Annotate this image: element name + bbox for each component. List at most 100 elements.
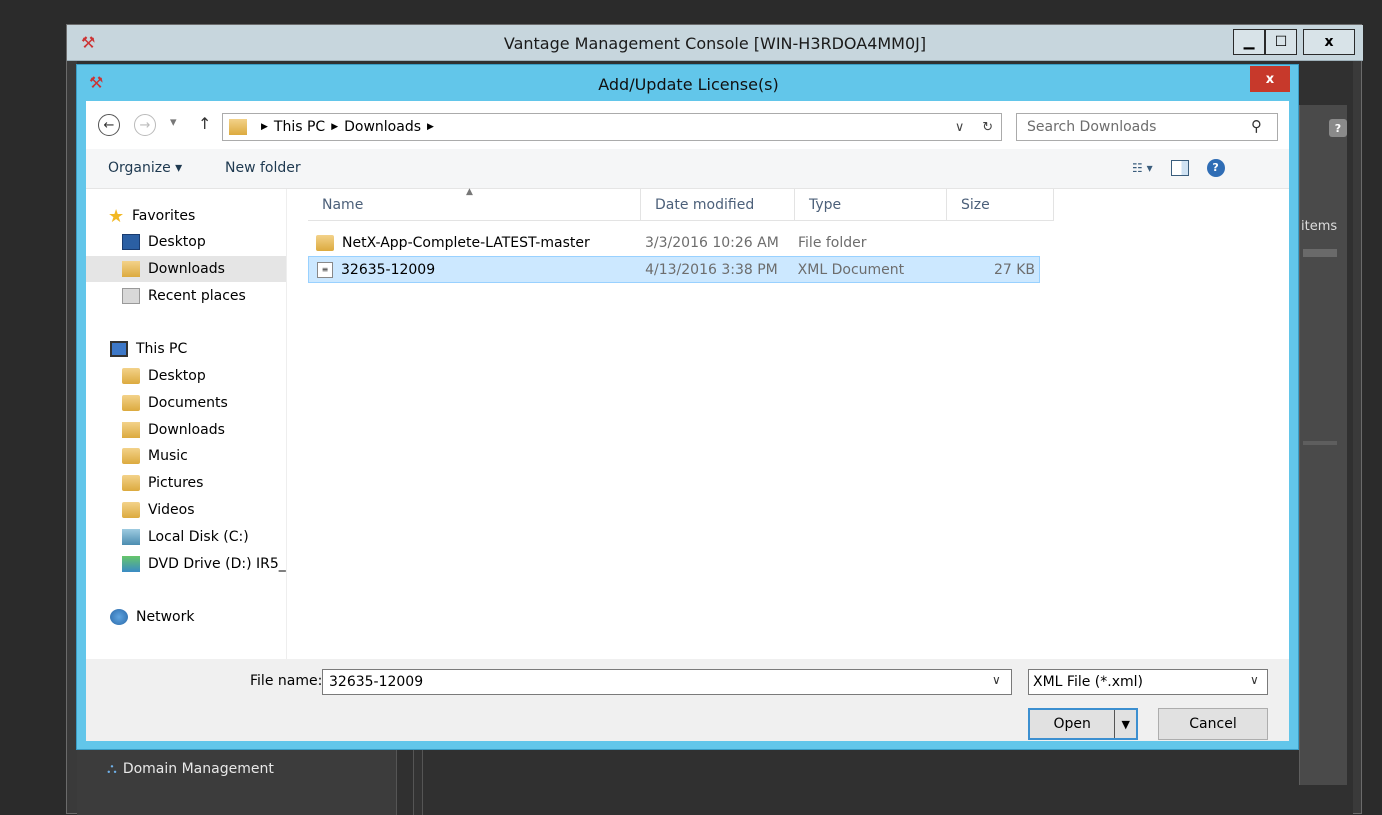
sidebar-item-desktop[interactable]: Desktop [86, 363, 286, 389]
sidebar-item-dvd-drive[interactable]: DVD Drive (D:) IR5_S [86, 551, 286, 577]
items-label: items [1301, 219, 1338, 234]
file-row[interactable]: NetX-App-Complete-LATEST-master 3/3/2016… [308, 229, 1040, 256]
search-icon[interactable]: ⚲ [1251, 117, 1262, 135]
breadcrumb-this-pc[interactable]: This PC [274, 119, 325, 135]
xml-file-icon: ≡ [317, 261, 333, 278]
outer-window-title: Vantage Management Console [WIN-H3RDOA4M… [503, 34, 927, 53]
new-folder-button[interactable]: New folder [225, 160, 301, 176]
up-button[interactable]: ↑ [198, 114, 211, 133]
sidebar-item-pictures[interactable]: Pictures [86, 470, 286, 496]
computer-icon [110, 341, 128, 357]
downloads-icon [122, 261, 140, 277]
domain-icon: ⛬ [107, 761, 117, 777]
sidebar-item-downloads[interactable]: Downloads [86, 417, 286, 443]
recent-places-icon [122, 288, 140, 304]
sidebar-label: Local Disk (C:) [148, 529, 249, 545]
sidebar-network[interactable]: Network [86, 604, 286, 630]
maximize-button[interactable]: ☐ [1265, 29, 1297, 55]
domain-management-label: Domain Management [122, 761, 274, 777]
sidebar-item-desktop[interactable]: Desktop [86, 229, 286, 255]
sidebar-item-local-disk[interactable]: Local Disk (C:) [86, 524, 286, 550]
file-name: NetX-App-Complete-LATEST-master [342, 234, 590, 251]
sidebar-label: Documents [148, 395, 228, 411]
organize-menu[interactable]: Organize ▾ [108, 160, 182, 176]
column-size[interactable]: Size [947, 189, 1054, 221]
sidebar-label: Recent places [148, 288, 246, 304]
file-row-selected[interactable]: ≡ 32635-12009 4/13/2016 3:38 PM XML Docu… [308, 256, 1040, 283]
help-icon[interactable]: ? [1206, 159, 1225, 177]
file-type: File folder [798, 234, 867, 251]
file-name-input[interactable]: 32635-12009 [322, 669, 1012, 695]
folder-icon [316, 234, 334, 251]
dialog-close-button[interactable]: x [1250, 66, 1290, 92]
column-name[interactable]: Name [308, 189, 641, 221]
sidebar-item-recent-places[interactable]: Recent places [86, 283, 286, 309]
help-icon[interactable]: ? [1329, 119, 1347, 137]
file-list: ▲ Name Date modified Type Size NetX-App-… [298, 187, 1288, 659]
address-bar[interactable]: ▶ This PC ▶ Downloads ▶ [222, 113, 1002, 141]
right-panel-bar [1303, 249, 1337, 257]
sidebar-item-music[interactable]: Music [86, 443, 286, 469]
file-name-cell: NetX-App-Complete-LATEST-master [308, 234, 641, 251]
sidebar-label: Favorites [132, 208, 196, 224]
sidebar-item-videos[interactable]: Videos [86, 497, 286, 523]
videos-folder-icon [122, 502, 140, 518]
navigation-pane: ★ Favorites Desktop Downloads Recent pla… [86, 189, 287, 659]
breadcrumb-separator-icon: ▶ [261, 122, 268, 132]
pictures-folder-icon [122, 475, 140, 491]
sidebar-label: Music [148, 448, 188, 464]
sidebar-favorites[interactable]: ★ Favorites [86, 203, 286, 229]
sidebar-label: Pictures [148, 475, 204, 491]
address-actions: ∨ ↻ [946, 113, 1002, 141]
file-name: 32635-12009 [341, 261, 436, 278]
open-button-label: Open [1053, 716, 1091, 732]
star-icon: ★ [108, 205, 125, 227]
back-button[interactable]: ← [98, 114, 120, 136]
sidebar-label: Desktop [148, 368, 206, 384]
sidebar-this-pc[interactable]: This PC [86, 336, 286, 362]
refresh-icon[interactable]: ↻ [982, 120, 993, 135]
downloads-folder-icon [229, 119, 247, 135]
file-type-select[interactable]: XML File (*.xml) [1028, 669, 1268, 695]
file-date: 4/13/2016 3:38 PM [645, 261, 778, 278]
open-button[interactable]: Open ▼ [1028, 708, 1138, 740]
file-dialog-body: ← → ▾ ↑ ▶ This PC ▶ Downloads ▶ ∨ ↻ Sear… [86, 101, 1289, 741]
search-input[interactable]: Search Downloads [1016, 113, 1278, 141]
desktop-icon [122, 234, 140, 250]
command-bar: Organize ▾ New folder ☷ ▾ ? [86, 149, 1289, 189]
file-name-dropdown-icon[interactable]: ∨ [992, 673, 1001, 687]
column-date-modified[interactable]: Date modified [641, 189, 795, 221]
column-headers: Name Date modified Type Size [308, 189, 1054, 221]
panel-splitter[interactable] [413, 749, 423, 815]
dvd-drive-icon [122, 556, 140, 572]
preview-pane-icon[interactable] [1170, 160, 1189, 176]
open-options-dropdown-icon[interactable]: ▼ [1114, 710, 1136, 738]
sidebar-label: Desktop [148, 234, 206, 250]
recent-locations-dropdown[interactable]: ▾ [170, 115, 177, 130]
change-view-icon[interactable]: ☷ ▾ [1132, 161, 1153, 175]
sidebar-item-downloads[interactable]: Downloads [86, 256, 286, 282]
add-update-license-dialog: ⚒ Add/Update License(s) x ← → ▾ ↑ ▶ This… [76, 64, 1299, 750]
address-dropdown-icon[interactable]: ∨ [955, 120, 965, 135]
right-panel [1299, 105, 1347, 785]
file-type-dropdown-icon[interactable]: ∨ [1250, 673, 1259, 687]
close-button[interactable]: x [1303, 29, 1355, 55]
sidebar-label: This PC [136, 341, 188, 357]
sidebar-item-documents[interactable]: Documents [86, 390, 286, 416]
sidebar-label: Videos [148, 502, 195, 518]
dialog-footer: File name: 32635-12009 ∨ XML File (*.xml… [86, 659, 1289, 741]
documents-folder-icon [122, 395, 140, 411]
forward-button[interactable]: → [134, 114, 156, 136]
cancel-button[interactable]: Cancel [1158, 708, 1268, 740]
navigation-row: ← → ▾ ↑ ▶ This PC ▶ Downloads ▶ ∨ ↻ Sear… [86, 101, 1289, 149]
minimize-button[interactable]: ▁ [1233, 29, 1265, 55]
network-icon [110, 609, 128, 625]
domain-management-item[interactable]: ⛬ Domain Management [107, 761, 274, 777]
file-type: XML Document [797, 261, 905, 278]
view-controls: ☷ ▾ ? [1132, 159, 1225, 177]
sidebar-label: Downloads [148, 261, 225, 277]
column-type[interactable]: Type [795, 189, 947, 221]
outer-title-bar: ⚒ Vantage Management Console [WIN-H3RDOA… [67, 25, 1363, 61]
sidebar-label: DVD Drive (D:) IR5_S [148, 556, 286, 572]
breadcrumb-downloads[interactable]: Downloads [344, 119, 421, 135]
